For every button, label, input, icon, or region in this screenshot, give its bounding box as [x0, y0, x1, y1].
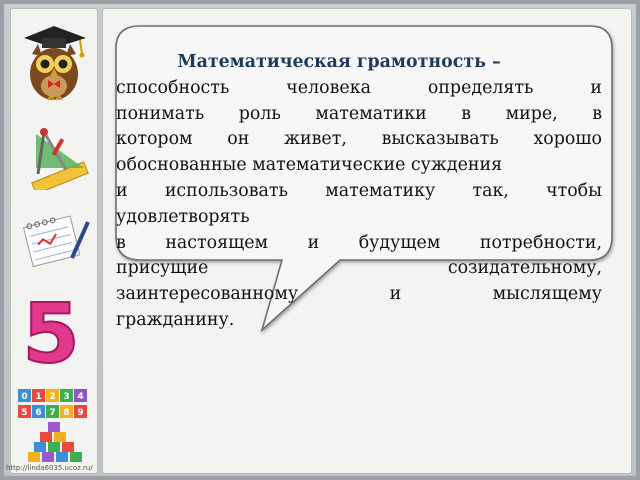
toy-cubes-icon	[28, 422, 82, 462]
text-line-9: заинтересованному и мыслящему	[116, 284, 602, 305]
digit-five-glyph: 5	[22, 290, 79, 372]
text-line-2: понимать роль математики в мире, в	[116, 103, 602, 124]
text-line-4: обоснованные математические суждения	[116, 155, 503, 176]
block-digit: 3	[63, 392, 69, 402]
text-line-8: присущие созидательному,	[116, 258, 602, 279]
block-digit: 2	[49, 392, 55, 402]
block-digit: 5	[21, 408, 27, 418]
source-url: http://linda6035.ucoz.ru/	[6, 464, 93, 472]
block-digit: 9	[77, 408, 83, 418]
block-digit: 6	[35, 408, 41, 418]
text-line-1: способность человека определять и	[116, 77, 602, 98]
notebook-pen-icon	[22, 215, 90, 268]
text-line-10: гражданину.	[116, 309, 235, 330]
block-digit: 1	[35, 392, 41, 402]
number-blocks-icon: 0 1 2 3 4 5 6 7 8 9	[18, 389, 87, 418]
block-digit: 8	[63, 408, 69, 418]
text-line-7: в настоящем и будущем потребности,	[116, 232, 602, 253]
block-digit: 0	[21, 392, 27, 402]
text-line-3: котором он живет, высказывать хорошо	[116, 129, 602, 150]
definition-text: Математическая грамотность – способность…	[116, 50, 602, 334]
block-digit: 7	[49, 408, 55, 418]
owl-icon	[24, 26, 86, 101]
text-line-5: и использовать математику так, чтобы	[116, 180, 602, 201]
block-digit: 4	[77, 392, 83, 402]
slide-heading: Математическая грамотность –	[177, 52, 501, 72]
compass-ruler-icon	[31, 128, 89, 190]
text-line-6: удовлетворять	[116, 206, 250, 227]
digit-five-icon: 5	[22, 290, 80, 372]
